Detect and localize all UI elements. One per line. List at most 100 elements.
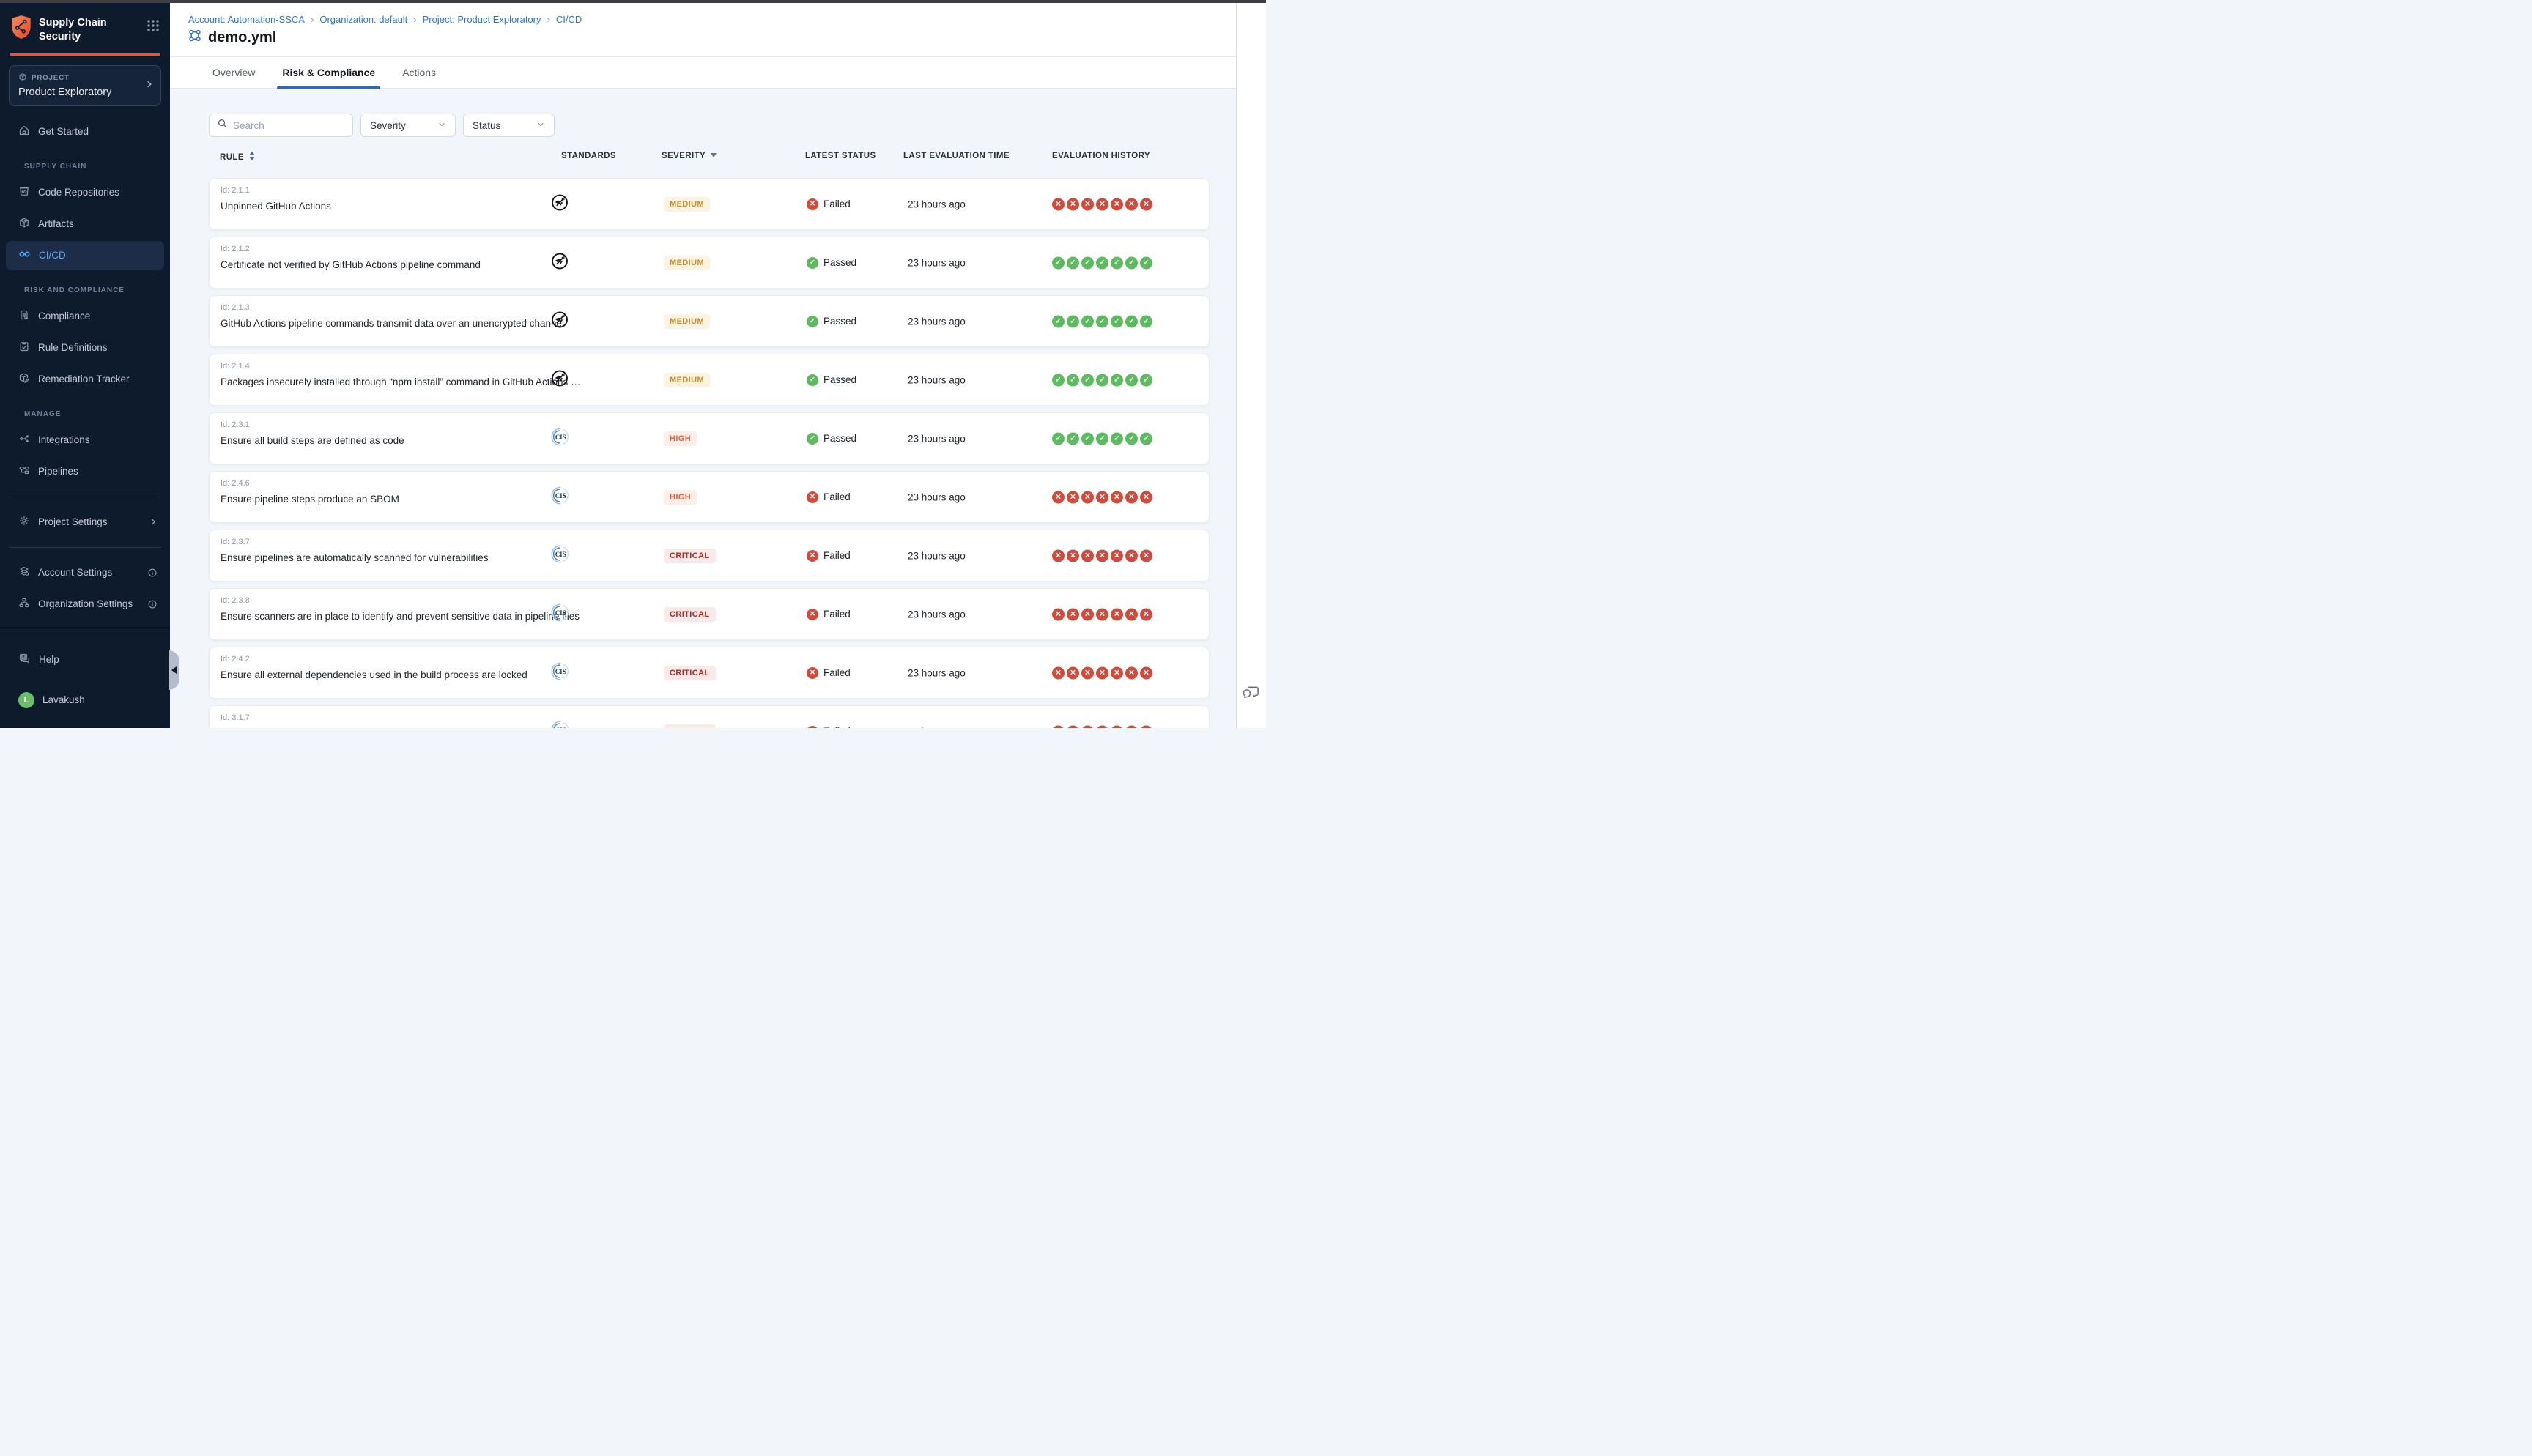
history-fail-icon[interactable]: ✕ (1111, 549, 1123, 562)
history-fail-icon[interactable]: ✕ (1067, 549, 1079, 562)
history-pass-icon[interactable]: ✓ (1111, 256, 1123, 269)
history-fail-icon[interactable]: ✕ (1052, 198, 1065, 210)
history-pass-icon[interactable]: ✓ (1140, 432, 1152, 445)
history-fail-icon[interactable]: ✕ (1052, 725, 1065, 728)
history-fail-icon[interactable]: ✕ (1052, 666, 1065, 679)
info-icon[interactable] (147, 599, 158, 609)
table-row[interactable]: Id: 2.3.8 Ensure scanners are in place t… (209, 588, 1210, 640)
sidebar-item-organization-settings[interactable]: Organization Settings (6, 590, 164, 619)
table-row[interactable]: Id: 2.1.2 Certificate not verified by Gi… (209, 237, 1210, 289)
search-input[interactable] (233, 120, 345, 131)
history-fail-icon[interactable]: ✕ (1125, 725, 1138, 728)
tab-risk-and-compliance[interactable]: Risk & Compliance (282, 57, 375, 88)
history-fail-icon[interactable]: ✕ (1067, 725, 1079, 728)
sidebar-item-help[interactable]: ? Help (6, 645, 164, 675)
history-pass-icon[interactable]: ✓ (1111, 432, 1123, 445)
history-pass-icon[interactable]: ✓ (1125, 315, 1138, 327)
history-pass-icon[interactable]: ✓ (1067, 315, 1079, 327)
history-pass-icon[interactable]: ✓ (1081, 432, 1094, 445)
history-fail-icon[interactable]: ✕ (1096, 198, 1108, 210)
history-pass-icon[interactable]: ✓ (1096, 315, 1108, 327)
history-fail-icon[interactable]: ✕ (1140, 608, 1152, 620)
history-fail-icon[interactable]: ✕ (1096, 725, 1108, 728)
history-fail-icon[interactable]: ✕ (1081, 198, 1094, 210)
sidebar-item-code-repositories[interactable]: Code Repositories (6, 178, 164, 207)
history-fail-icon[interactable]: ✕ (1125, 549, 1138, 562)
history-fail-icon[interactable]: ✕ (1125, 608, 1138, 620)
table-row[interactable]: Id: 2.4.6 Ensure pipeline steps produce … (209, 471, 1210, 523)
history-fail-icon[interactable]: ✕ (1067, 608, 1079, 620)
table-row[interactable]: Id: 2.1.1 Unpinned GitHub Actions MEDIUM… (209, 178, 1210, 230)
history-pass-icon[interactable]: ✓ (1052, 432, 1065, 445)
sidebar-item-project-settings[interactable]: Project Settings (6, 508, 164, 537)
history-pass-icon[interactable]: ✓ (1096, 374, 1108, 386)
history-fail-icon[interactable]: ✕ (1140, 666, 1152, 679)
history-pass-icon[interactable]: ✓ (1052, 374, 1065, 386)
history-fail-icon[interactable]: ✕ (1140, 198, 1152, 210)
history-fail-icon[interactable]: ✕ (1081, 725, 1094, 728)
history-fail-icon[interactable]: ✕ (1096, 666, 1108, 679)
history-fail-icon[interactable]: ✕ (1096, 491, 1108, 503)
history-fail-icon[interactable]: ✕ (1111, 666, 1123, 679)
chat-support-icon[interactable] (1241, 683, 1261, 706)
history-fail-icon[interactable]: ✕ (1125, 491, 1138, 503)
sidebar-item-get-started[interactable]: Get Started (6, 117, 164, 146)
sidebar-item-account-settings[interactable]: Account Settings (6, 558, 164, 587)
user-menu[interactable]: L Lavakush (6, 685, 164, 716)
history-fail-icon[interactable]: ✕ (1081, 491, 1094, 503)
history-fail-icon[interactable]: ✕ (1111, 198, 1123, 210)
history-pass-icon[interactable]: ✓ (1067, 256, 1079, 269)
sidebar-item-cicd[interactable]: CI/CD (6, 241, 164, 270)
history-fail-icon[interactable]: ✕ (1081, 608, 1094, 620)
column-rule[interactable]: RULE (220, 152, 255, 162)
history-pass-icon[interactable]: ✓ (1081, 374, 1094, 386)
sidebar-item-pipelines[interactable]: Pipelines (6, 457, 164, 486)
breadcrumb-organization[interactable]: Organization: default (319, 14, 407, 25)
history-pass-icon[interactable]: ✓ (1140, 374, 1152, 386)
breadcrumb-project[interactable]: Project: Product Exploratory (423, 14, 541, 25)
history-pass-icon[interactable]: ✓ (1111, 315, 1123, 327)
history-fail-icon[interactable]: ✕ (1081, 549, 1094, 562)
tab-overview[interactable]: Overview (212, 57, 255, 88)
history-pass-icon[interactable]: ✓ (1081, 315, 1094, 327)
history-pass-icon[interactable]: ✓ (1140, 256, 1152, 269)
project-selector[interactable]: PROJECT Product Exploratory (9, 65, 161, 106)
history-fail-icon[interactable]: ✕ (1140, 549, 1152, 562)
severity-filter-dropdown[interactable]: Severity (360, 114, 456, 137)
history-fail-icon[interactable]: ✕ (1081, 666, 1094, 679)
sidebar-item-compliance[interactable]: Compliance (6, 302, 164, 331)
status-filter-dropdown[interactable]: Status (463, 114, 555, 137)
table-row[interactable]: Id: 3.1.7 CIS CRITICAL ✕ Failed 23 hours… (209, 705, 1210, 728)
table-row[interactable]: Id: 2.1.3 GitHub Actions pipeline comman… (209, 295, 1210, 347)
history-fail-icon[interactable]: ✕ (1052, 549, 1065, 562)
breadcrumb-cicd[interactable]: CI/CD (556, 14, 582, 25)
sidebar-item-remediation-tracker[interactable]: Remediation Tracker (6, 365, 164, 394)
history-fail-icon[interactable]: ✕ (1125, 666, 1138, 679)
history-pass-icon[interactable]: ✓ (1111, 374, 1123, 386)
history-pass-icon[interactable]: ✓ (1067, 432, 1079, 445)
history-fail-icon[interactable]: ✕ (1140, 725, 1152, 728)
history-pass-icon[interactable]: ✓ (1125, 432, 1138, 445)
history-fail-icon[interactable]: ✕ (1052, 608, 1065, 620)
sidebar-item-integrations[interactable]: Integrations (6, 426, 164, 455)
history-fail-icon[interactable]: ✕ (1052, 491, 1065, 503)
table-row[interactable]: Id: 2.3.7 Ensure pipelines are automatic… (209, 530, 1210, 582)
info-icon[interactable] (147, 568, 158, 578)
history-fail-icon[interactable]: ✕ (1111, 491, 1123, 503)
sidebar-item-rule-definitions[interactable]: Rule Definitions (6, 333, 164, 363)
history-pass-icon[interactable]: ✓ (1125, 256, 1138, 269)
history-pass-icon[interactable]: ✓ (1081, 256, 1094, 269)
history-fail-icon[interactable]: ✕ (1067, 666, 1079, 679)
breadcrumb-account[interactable]: Account: Automation-SSCA (188, 14, 305, 25)
tab-actions[interactable]: Actions (402, 57, 436, 88)
history-fail-icon[interactable]: ✕ (1125, 198, 1138, 210)
history-pass-icon[interactable]: ✓ (1140, 315, 1152, 327)
history-fail-icon[interactable]: ✕ (1111, 608, 1123, 620)
table-row[interactable]: Id: 2.1.4 Packages insecurely installed … (209, 354, 1210, 406)
sidebar-collapse-handle[interactable] (169, 650, 179, 690)
history-fail-icon[interactable]: ✕ (1067, 491, 1079, 503)
history-fail-icon[interactable]: ✕ (1096, 608, 1108, 620)
table-row[interactable]: Id: 2.4.2 Ensure all external dependenci… (209, 647, 1210, 699)
history-pass-icon[interactable]: ✓ (1096, 256, 1108, 269)
history-fail-icon[interactable]: ✕ (1140, 491, 1152, 503)
